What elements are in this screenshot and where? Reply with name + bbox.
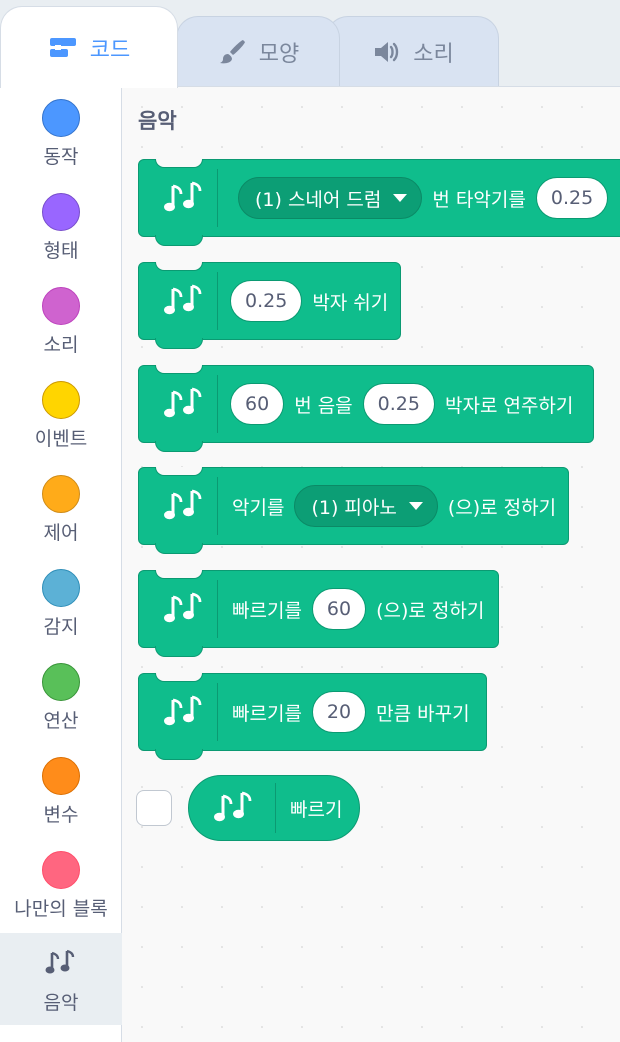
speaker-icon [371,37,401,67]
block-text: 박자로 연주하기 [444,394,574,417]
events-color-dot [42,381,80,419]
category-operators[interactable]: 연산 [0,651,122,743]
tempo-monitor-checkbox[interactable] [136,790,172,826]
category-label: 감지 [43,616,79,638]
beats-input[interactable]: 0.25 [230,280,303,322]
beats-input[interactable]: 0.25 [535,177,609,219]
block-divider [217,477,218,535]
category-my-blocks[interactable]: 나만의 블록 [0,839,122,931]
category-label: 이벤트 [34,428,88,450]
beats-input[interactable]: 0.25 [362,383,435,425]
block-text: 빠르기를 [232,702,302,725]
block-text: 만큼 바꾸기 [376,702,470,725]
block-divider [217,169,218,227]
category-sensing[interactable]: 감지 [0,557,122,649]
tab-code[interactable]: 코드 [0,6,178,88]
music-icon [45,949,75,974]
instrument-dropdown[interactable]: (1) 피아노 [294,485,438,527]
tab-costumes-label: 모양 [258,41,300,67]
chevron-down-icon [393,194,408,202]
tab-costumes[interactable]: 모양 [176,16,340,86]
music-icon [209,786,267,830]
music-icon [153,484,211,528]
block-text: 악기를 [232,496,285,519]
music-icon [153,279,211,323]
change-tempo-block[interactable]: 빠르기를 20 만큼 바꾸기 [138,673,487,760]
block-text: 번 타악기를 [432,188,526,211]
category-label: 동작 [43,146,79,168]
section-title: 음악 [138,109,177,133]
set-instrument-block[interactable]: 악기를 (1) 피아노 (으)로 정하기 [138,467,569,554]
play-note-block[interactable]: 60 번 음을 0.25 박자로 연주하기 [138,365,594,452]
category-label: 나만의 블록 [14,898,108,920]
motion-color-dot [42,99,80,137]
category-motion[interactable]: 동작 [0,87,122,179]
tempo-change-input[interactable]: 20 [311,691,367,733]
block-text: (으)로 정하기 [376,599,485,622]
brush-icon [217,37,247,67]
play-drum-block[interactable]: (1) 스네어 드럼 번 타악기를 0.25 [138,159,620,246]
category-label: 소리 [43,334,79,356]
chevron-down-icon [408,502,423,510]
category-events[interactable]: 이벤트 [0,369,122,461]
category-looks[interactable]: 형태 [0,181,122,273]
tab-sounds[interactable]: 소리 [326,16,499,86]
category-label: 연산 [43,710,79,732]
music-icon [153,382,211,426]
music-icon [153,690,211,734]
block-divider [217,375,218,433]
operators-color-dot [42,663,80,701]
tab-sounds-label: 소리 [413,41,454,67]
music-icon [153,587,211,631]
category-control[interactable]: 제어 [0,463,122,555]
block-divider [217,580,218,638]
category-label: 변수 [43,804,79,826]
note-input[interactable]: 60 [230,383,285,425]
block-text: (으)로 정하기 [447,496,557,519]
block-text: 빠르기를 [232,599,302,622]
category-music[interactable]: 음악 [0,933,122,1025]
reporter-label: 빠르기 [290,798,343,821]
tempo-input[interactable]: 60 [311,588,367,630]
looks-color-dot [42,193,80,231]
tempo-reporter-block[interactable]: 빠르기 [188,775,360,841]
drum-dropdown-value: (1) 스네어 드럼 [255,188,382,211]
control-color-dot [42,475,80,513]
drum-dropdown[interactable]: (1) 스네어 드럼 [238,177,423,219]
rest-block[interactable]: 0.25 박자 쉬기 [138,262,401,349]
code-icon [48,33,78,63]
block-text: 박자 쉬기 [312,291,389,314]
category-label: 제어 [43,522,79,544]
category-label: 형태 [43,240,79,262]
block-divider [217,683,218,741]
block-text: 번 음을 [294,394,353,417]
set-tempo-block[interactable]: 빠르기를 60 (으)로 정하기 [138,570,499,657]
tab-code-label: 코드 [89,37,131,63]
music-icon [153,176,211,220]
sensing-color-dot [42,569,80,607]
editor-tabs: 소리 모양 코드 [0,0,620,88]
category-menu: 동작 형태 소리 이벤트 제어 감지 연산 변수 나만의 블록 음악 [0,86,122,1042]
instrument-dropdown-value: (1) 피아노 [311,496,397,519]
my-blocks-color-dot [42,851,80,889]
sound-color-dot [42,287,80,325]
block-divider [217,272,218,330]
category-label: 음악 [43,992,79,1014]
variables-color-dot [42,757,80,795]
category-sound[interactable]: 소리 [0,275,122,367]
category-variables[interactable]: 변수 [0,745,122,837]
block-divider [275,783,276,833]
